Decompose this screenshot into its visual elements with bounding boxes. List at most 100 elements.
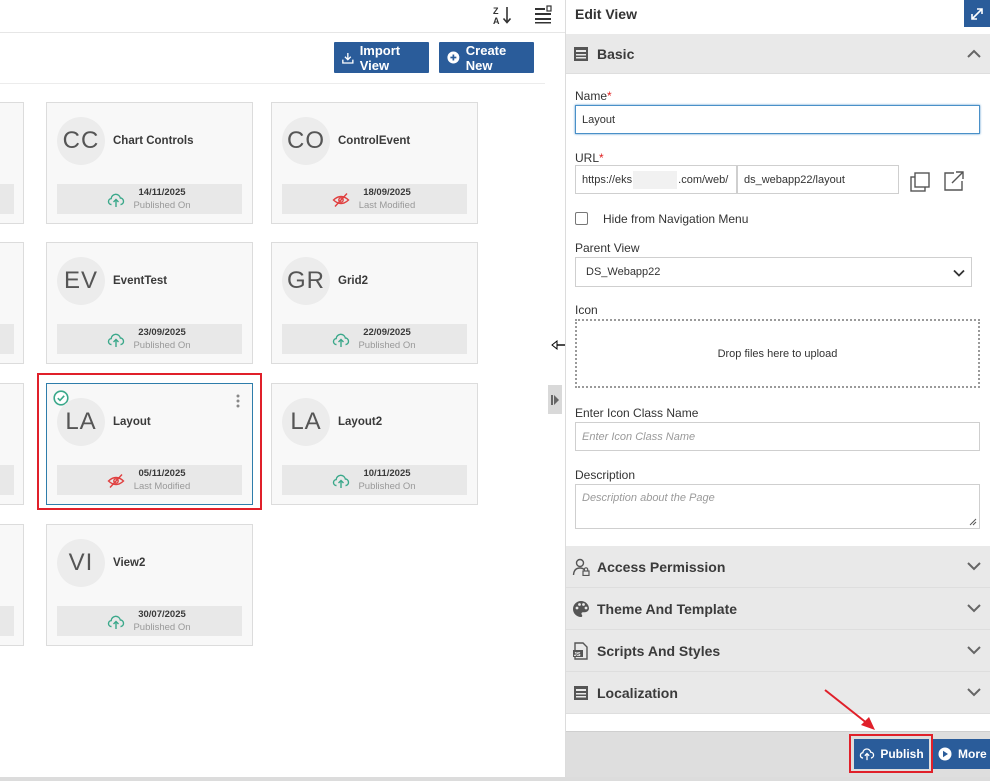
section-basic-header[interactable]: Basic: [566, 34, 990, 74]
plus-circle-icon: [447, 51, 460, 64]
import-view-button[interactable]: Import View: [334, 42, 429, 73]
user-lock-icon: [572, 558, 590, 576]
url-prefix-start: https://eks: [582, 173, 633, 186]
palette-icon: [573, 601, 589, 617]
hide-nav-checkbox[interactable]: [575, 212, 588, 225]
cloud-upload-icon: [107, 615, 125, 629]
url-prefix-field: https://eks .com/web/: [575, 165, 737, 194]
publish-highlight: [849, 734, 933, 773]
card-status: Published On: [133, 622, 191, 633]
script-file-icon: JS: [573, 642, 588, 660]
cloud-upload-icon: [107, 193, 125, 207]
annotation-arrow: [824, 689, 875, 730]
card-status: Published On: [133, 200, 191, 211]
dropzone-text: Drop files here to upload: [717, 347, 838, 360]
copy-icon[interactable]: [909, 171, 931, 193]
download-icon: [342, 52, 354, 64]
description-textarea[interactable]: Description about the Page: [575, 484, 980, 529]
card-title: View2: [113, 557, 146, 569]
card-title: EventTest: [113, 275, 168, 287]
view-card[interactable]: LA Layout2 10/11/2025 Published On: [271, 383, 478, 505]
list-settings-icon[interactable]: [532, 4, 554, 26]
svg-text:JS: JS: [574, 652, 581, 658]
partial-card[interactable]: [0, 524, 24, 646]
view-card[interactable]: CC Chart Controls 14/11/2025 Published O…: [46, 102, 253, 224]
panel-collapse-tab[interactable]: [548, 385, 562, 414]
selection-highlight: [37, 373, 262, 510]
redacted-block: [633, 170, 678, 189]
name-field[interactable]: Layout: [575, 105, 980, 134]
chevron-up-icon: [967, 49, 981, 58]
parent-view-label: Parent View: [575, 241, 640, 255]
hide-nav-label: Hide from Navigation Menu: [603, 212, 749, 226]
description-placeholder: Description about the Page: [582, 492, 715, 504]
expand-button[interactable]: [964, 0, 990, 27]
section-theme-title: Theme And Template: [597, 600, 738, 617]
partial-card[interactable]: [0, 383, 24, 505]
external-link-icon[interactable]: [942, 169, 966, 193]
section-localization-header[interactable]: Localization: [566, 672, 990, 714]
section-scripts-header[interactable]: JS Scripts And Styles: [566, 630, 990, 672]
view-card[interactable]: CO ControlEvent 18/09/2025 Last Modified: [271, 102, 478, 224]
header-divider: [0, 83, 545, 84]
view-card[interactable]: EV EventTest 23/09/2025 Published On: [46, 242, 253, 364]
form-icon: [574, 686, 588, 700]
more-button[interactable]: More: [933, 739, 990, 769]
partial-card[interactable]: [0, 242, 24, 364]
url-prefix-end: .com/web/: [678, 173, 729, 186]
card-date: 23/09/2025: [138, 327, 186, 338]
icon-class-label: Enter Icon Class Name: [575, 406, 699, 420]
card-date: 14/11/2025: [138, 187, 186, 198]
create-new-button[interactable]: Create New: [439, 42, 534, 73]
collapse-arrow-icon: [551, 394, 559, 405]
panel-title: Edit View: [575, 6, 637, 22]
card-footer: 23/09/2025 Published On: [57, 324, 242, 354]
parent-view-value: DS_Webapp22: [586, 266, 661, 278]
card-date: 18/09/2025: [363, 187, 411, 198]
card-status: Published On: [358, 481, 416, 492]
cloud-upload-icon: [332, 333, 350, 347]
name-value: Layout: [582, 113, 616, 126]
svg-text:Z: Z: [493, 6, 499, 16]
section-scripts-title: Scripts And Styles: [597, 642, 721, 659]
chevron-down-icon: [967, 688, 981, 697]
section-access-header[interactable]: Access Permission: [566, 546, 990, 588]
url-label: URL*: [575, 151, 604, 165]
cloud-upload-icon: [107, 333, 125, 347]
partial-card[interactable]: [0, 102, 24, 224]
card-title: Layout2: [338, 416, 383, 428]
card-title: Grid2: [338, 275, 369, 287]
section-localization-title: Localization: [597, 684, 678, 701]
card-status: Last Modified: [358, 200, 416, 211]
card-avatar: CC: [57, 117, 105, 165]
name-label: Name*: [575, 89, 612, 103]
chevron-down-icon: [967, 604, 981, 613]
url-path-value: ds_webapp22/layout: [744, 173, 845, 186]
view-card[interactable]: VI View2 30/07/2025 Published On: [46, 524, 253, 646]
card-title: ControlEvent: [338, 135, 411, 147]
card-avatar: EV: [57, 257, 105, 305]
url-path-field[interactable]: ds_webapp22/layout: [737, 165, 899, 194]
parent-view-select[interactable]: DS_Webapp22: [575, 257, 972, 287]
chevron-down-icon: [967, 646, 981, 655]
more-label: More: [958, 747, 987, 761]
views-grid-area: Z A Import View Create New CC Chart Cont…: [0, 0, 573, 781]
bottom-strip: [0, 777, 990, 781]
card-avatar: GR: [282, 257, 330, 305]
card-status: Published On: [133, 340, 191, 351]
sort-za-icon[interactable]: Z A: [491, 4, 513, 26]
create-new-label: Create New: [465, 42, 507, 73]
section-theme-header[interactable]: Theme And Template: [566, 588, 990, 630]
card-footer: 10/11/2025 Published On: [282, 465, 467, 495]
expand-icon: [971, 7, 983, 20]
section-basic-title: Basic: [597, 45, 635, 62]
resize-handle-icon[interactable]: [969, 518, 977, 526]
section-access-title: Access Permission: [597, 558, 726, 575]
view-card[interactable]: GR Grid2 22/09/2025 Published On: [271, 242, 478, 364]
form-icon: [574, 47, 588, 61]
icon-class-input[interactable]: Enter Icon Class Name: [575, 422, 980, 451]
chevron-down-icon: [953, 269, 965, 277]
card-footer: 30/07/2025 Published On: [57, 606, 242, 636]
icon-dropzone[interactable]: Drop files here to upload: [575, 319, 980, 388]
hidden-eye-icon: [332, 193, 350, 207]
